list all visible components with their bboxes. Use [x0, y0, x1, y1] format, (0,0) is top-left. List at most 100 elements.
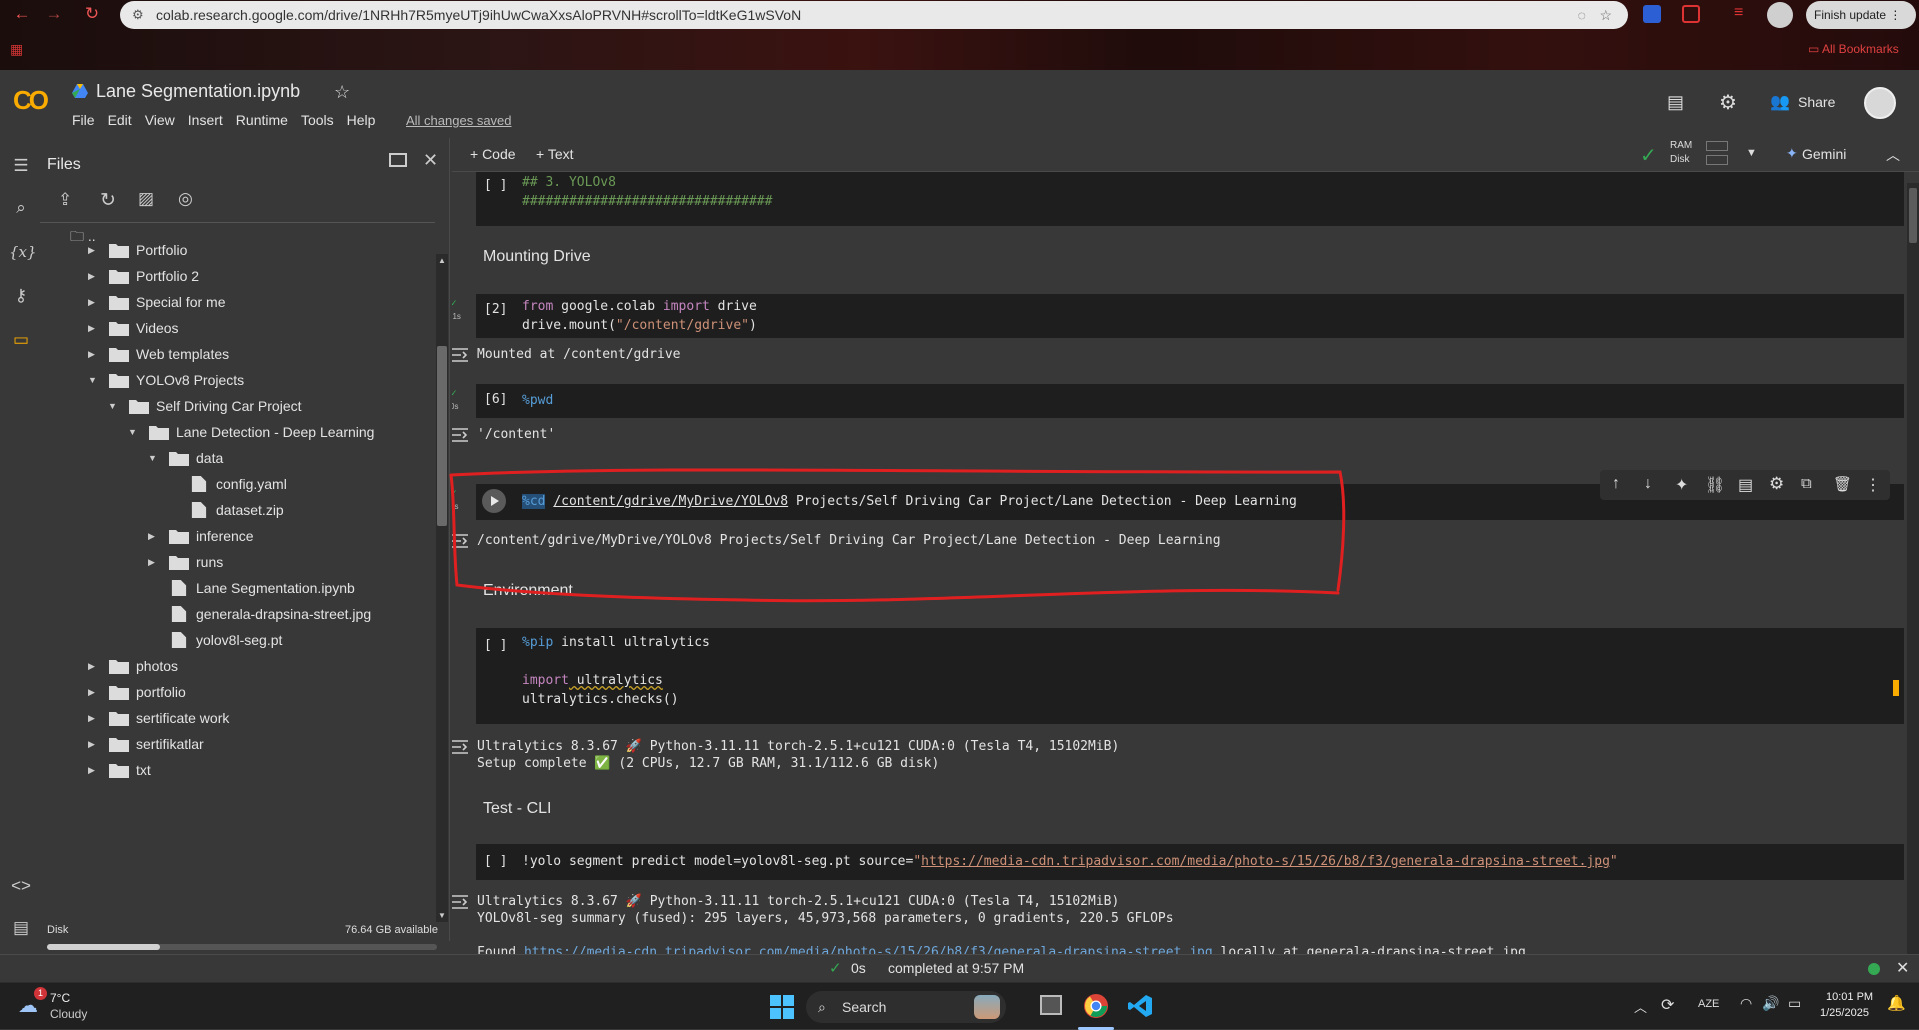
mount-drive-icon[interactable]: ▨	[138, 189, 154, 209]
clock-date[interactable]: 1/25/2025	[1820, 1007, 1869, 1019]
code-cell-mount[interactable]: [2] from google.colab import drive drive…	[476, 294, 1904, 338]
menu-help[interactable]: Help	[347, 112, 376, 128]
cell-run-bracket[interactable]: [2]	[484, 302, 507, 317]
task-view-icon[interactable]	[1040, 995, 1062, 1015]
markdown-heading[interactable]: Mounting Drive	[483, 248, 591, 266]
folder-icon[interactable]: ▭	[9, 328, 33, 352]
add-code-button[interactable]: + Code	[470, 146, 516, 162]
volume-icon[interactable]: 🔊	[1762, 995, 1779, 1012]
tray-chevron-icon[interactable]: ︿	[1634, 997, 1647, 1016]
extension-icon[interactable]	[1643, 5, 1661, 23]
open-in-tab-icon[interactable]	[389, 153, 407, 167]
code-cell-pip[interactable]: [ ] %pip install ultralytics import ultr…	[476, 628, 1904, 724]
disk-meter[interactable]	[1706, 155, 1728, 165]
toc-icon[interactable]: ☰	[9, 154, 33, 178]
vscode-icon[interactable]	[1127, 993, 1153, 1019]
comments-icon[interactable]: ▤	[1667, 92, 1684, 113]
sync-icon[interactable]: ⟳	[1661, 995, 1674, 1015]
close-icon[interactable]: ✕	[423, 150, 438, 171]
extension-red-icon[interactable]	[1682, 5, 1700, 23]
key-icon[interactable]: ⚷	[9, 284, 33, 308]
cell-source[interactable]: !yolo segment predict model=yolov8l-seg.…	[522, 852, 1618, 871]
menu-tools[interactable]: Tools	[301, 112, 334, 128]
more-vert-icon[interactable]: ⋮	[1865, 475, 1881, 495]
code-cell-yolo-cli[interactable]: [ ] !yolo segment predict model=yolov8l-…	[476, 844, 1904, 880]
collapse-chevron-icon[interactable]: ︿	[1886, 145, 1900, 165]
cell-settings-icon[interactable]: ⚙	[1769, 474, 1784, 494]
cell-run-bracket[interactable]: [ ]	[484, 178, 507, 193]
add-text-button[interactable]: + Text	[536, 146, 574, 162]
eye-off-icon[interactable]: ◌	[1578, 1, 1586, 29]
notebook-scroll-thumb[interactable]	[1909, 188, 1917, 243]
gemini-button[interactable]: Gemini	[1802, 146, 1846, 162]
upload-icon[interactable]: ⇪	[58, 190, 72, 210]
menu-view[interactable]: View	[145, 112, 175, 128]
runtime-dropdown-icon[interactable]: ▼	[1746, 147, 1757, 159]
hide-files-icon[interactable]: ◎	[178, 189, 193, 209]
user-avatar[interactable]	[1864, 87, 1896, 119]
menu-file[interactable]: File	[72, 112, 95, 128]
all-bookmarks[interactable]: ▭ All Bookmarks	[1808, 42, 1899, 56]
colab-logo[interactable]: CO	[13, 85, 49, 116]
scroll-up-arrow-icon[interactable]: ▲	[438, 256, 446, 265]
battery-icon[interactable]: ▭	[1788, 995, 1801, 1012]
ram-meter[interactable]	[1706, 141, 1728, 151]
scroll-down-arrow-icon[interactable]: ▼	[438, 911, 446, 920]
site-info-icon[interactable]: ⚙	[132, 1, 144, 29]
terminal-icon[interactable]: ▤	[9, 916, 33, 940]
clock-time[interactable]: 10:01 PM	[1826, 991, 1873, 1003]
finish-update-button[interactable]: Finish update ⋮	[1806, 1, 1916, 29]
chrome-icon[interactable]	[1083, 993, 1109, 1019]
code-snippets-icon[interactable]: <>	[9, 874, 33, 898]
apps-grid-icon[interactable]: ▦	[10, 41, 23, 58]
profile-avatar[interactable]	[1767, 2, 1793, 28]
forward-icon[interactable]: →	[44, 4, 64, 24]
code-cell-yolov8[interactable]: [ ] ## 3. YOLOv8 #######################…	[476, 172, 1904, 226]
notebook-title[interactable]: Lane Segmentation.ipynb	[96, 81, 300, 102]
link-icon[interactable]: ⛓	[1705, 475, 1725, 495]
cell-run-bracket[interactable]: [6]	[484, 392, 507, 407]
address-bar[interactable]: ⚙ colab.research.google.com/drive/1NRHh7…	[120, 1, 1628, 29]
mirror-cell-icon[interactable]: ⧉	[1801, 475, 1812, 492]
wifi-icon[interactable]: ◠	[1740, 995, 1752, 1012]
refresh-icon[interactable]: ↻	[100, 189, 116, 212]
search-icon[interactable]: ⌕	[9, 196, 33, 220]
cell-source[interactable]: from google.colab import drive drive.mou…	[522, 297, 757, 335]
output-link[interactable]: https://media-cdn.tripadvisor.com/media/…	[524, 945, 1213, 954]
reading-list-icon[interactable]: ≡	[1734, 4, 1743, 22]
gemini-sparkle-icon[interactable]: ✦	[1675, 475, 1688, 495]
notebook-scrollbar[interactable]	[1907, 183, 1919, 958]
cell-source[interactable]: %pwd	[522, 391, 553, 410]
cell-source[interactable]: %pip install ultralytics import ultralyt…	[522, 633, 710, 709]
back-icon[interactable]: ←	[12, 4, 32, 24]
output-icon[interactable]	[452, 427, 470, 443]
output-icon[interactable]	[452, 894, 470, 910]
windows-start-icon[interactable]	[770, 995, 794, 1019]
move-down-icon[interactable]: ↓	[1644, 475, 1652, 493]
comment-icon[interactable]: ▤	[1738, 475, 1753, 495]
delete-icon[interactable]: 🗑	[1833, 475, 1852, 493]
status-completed[interactable]: completed at 9:57 PM	[888, 960, 1024, 976]
menu-runtime[interactable]: Runtime	[236, 112, 288, 128]
menu-insert[interactable]: Insert	[188, 112, 223, 128]
code-link[interactable]: https://media-cdn.tripadvisor.com/media/…	[921, 854, 1610, 869]
menu-edit[interactable]: Edit	[108, 112, 132, 128]
markdown-heading[interactable]: Test - CLI	[483, 800, 551, 818]
output-icon[interactable]	[452, 739, 470, 755]
cell-run-bracket[interactable]: [ ]	[484, 854, 507, 869]
taskbar-search[interactable]: ⌕ Search	[806, 991, 1006, 1023]
variables-icon[interactable]: {x}	[9, 240, 37, 264]
notification-bell-icon[interactable]: 🔔	[1887, 994, 1906, 1012]
cell-source[interactable]: ## 3. YOLOv8 ###########################…	[522, 173, 772, 211]
settings-gear-icon[interactable]: ⚙	[1719, 90, 1737, 115]
language-indicator[interactable]: AZE	[1698, 998, 1719, 1010]
cell-run-bracket[interactable]: [ ]	[484, 638, 507, 653]
code-cell-pwd[interactable]: [6] %pwd	[476, 384, 1904, 418]
star-icon[interactable]: ☆	[334, 82, 350, 103]
save-status[interactable]: All changes saved	[406, 113, 512, 128]
close-status-icon[interactable]: ✕	[1896, 958, 1909, 978]
bookmark-star-icon[interactable]: ☆	[1599, 1, 1612, 29]
move-up-icon[interactable]: ↑	[1612, 475, 1620, 493]
output-icon[interactable]	[452, 347, 470, 363]
reload-icon[interactable]: ↻	[82, 4, 102, 24]
